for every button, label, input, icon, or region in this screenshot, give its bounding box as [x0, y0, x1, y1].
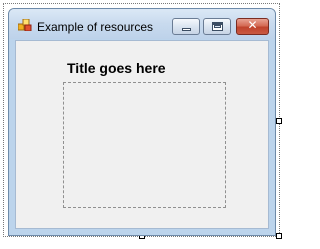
form-client-area: Title goes here: [15, 40, 269, 229]
resize-handle-right[interactable]: [276, 118, 282, 124]
resize-handle-bottom-right[interactable]: [276, 233, 282, 239]
close-button[interactable]: ✕: [236, 18, 269, 35]
title-bar[interactable]: Example of resources ✕: [9, 9, 275, 39]
window-title: Example of resources: [37, 20, 154, 34]
form-title-label: Title goes here: [67, 60, 166, 76]
minimize-icon: [182, 28, 191, 31]
minimize-button[interactable]: [172, 18, 200, 35]
maximize-icon: [212, 22, 223, 31]
app-icon: [18, 19, 32, 31]
maximize-button[interactable]: [203, 18, 231, 35]
form-window: Example of resources ✕ Title goes here: [8, 8, 276, 236]
close-icon: ✕: [247, 18, 258, 32]
placeholder-panel[interactable]: [63, 82, 226, 208]
